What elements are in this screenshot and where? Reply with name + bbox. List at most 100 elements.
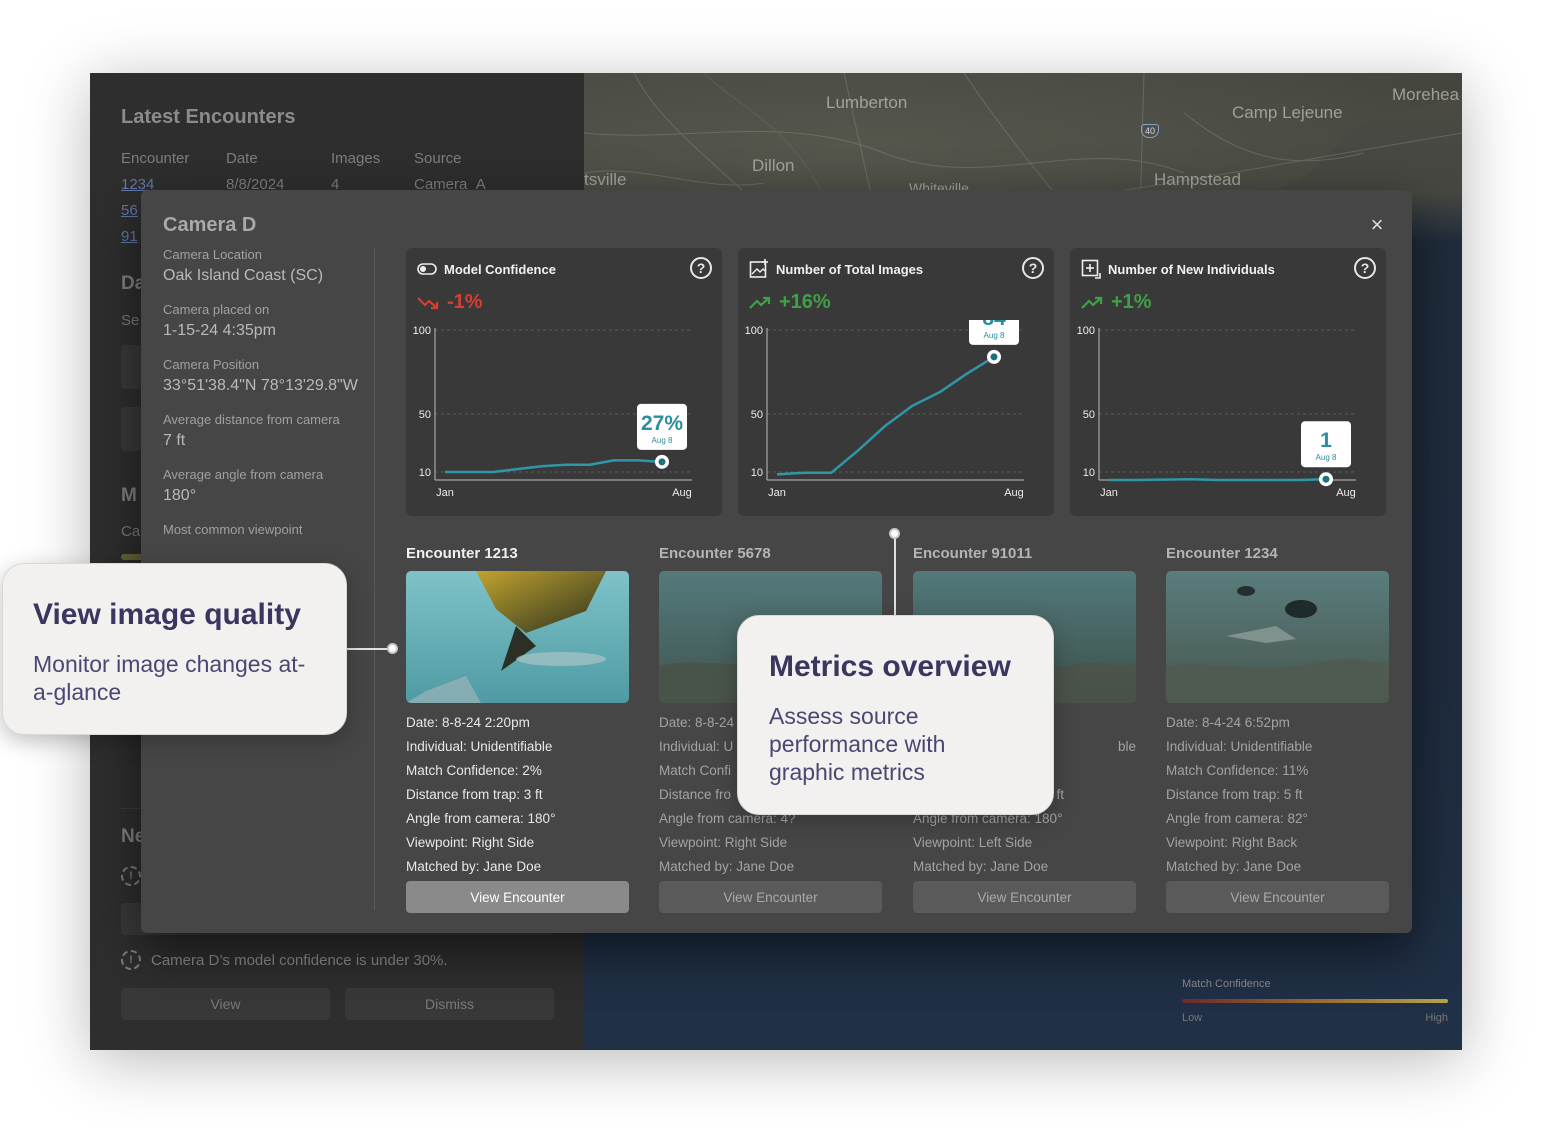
- encounter-matched-by: Matched by: Jane Doe: [1166, 859, 1302, 874]
- metric-change: -1%: [417, 291, 483, 314]
- metric-chart: 100 50 10 Jan Aug 1Aug 8: [1077, 325, 1356, 499]
- dismiss-notification-button[interactable]: Dismiss: [345, 988, 554, 1020]
- y-tick-label: 10: [751, 467, 763, 479]
- metric-change: +16%: [749, 291, 831, 314]
- info-label: Most common viewpoint: [163, 522, 303, 537]
- y-tick-label: 100: [413, 325, 431, 337]
- map-label: Camp Lejeune: [1232, 103, 1343, 122]
- callout-connector: [347, 648, 392, 650]
- callout-connector: [894, 535, 896, 617]
- y-tick-label: 100: [1077, 325, 1095, 337]
- encounter-individual: Individual: Unidentifiable: [406, 739, 553, 754]
- encounter-viewpoint: Viewpoint: Left Side: [913, 835, 1033, 850]
- map-label: Morehea: [1392, 85, 1460, 104]
- info-label: Camera Location: [163, 247, 262, 262]
- encounter-image[interactable]: [406, 571, 629, 703]
- map-label: tsville: [584, 170, 627, 189]
- callout-text: Assess source performance with graphic m…: [769, 703, 946, 785]
- tooltip-date: Aug 8: [984, 331, 1005, 340]
- info-value: 33°51'38.4"N 78°13'29.8"W: [163, 377, 358, 394]
- help-icon[interactable]: ?: [1354, 257, 1376, 279]
- camera-modal: Camera D × Camera Location Oak Island Co…: [141, 190, 1412, 933]
- info-label: Camera Position: [163, 357, 260, 372]
- tooltip-date: Aug 8: [1316, 453, 1337, 462]
- encounter-viewpoint: Viewpoint: Right Side: [406, 835, 535, 850]
- encounter-card: Encounter 1213 Date: 8-8-24 2:20pm Indiv…: [406, 545, 629, 913]
- info-value: 7 ft: [163, 432, 186, 449]
- view-encounter-button[interactable]: View Encounter: [659, 881, 882, 913]
- metric-change-value: +16%: [779, 291, 831, 313]
- encounter-title: Encounter 5678: [659, 545, 771, 562]
- encounter-date: Date: 8-8-24 2:20pm: [406, 715, 530, 730]
- callout-title: View image quality: [33, 598, 301, 631]
- encounter-match-confidence: Match Confidence: 11%: [1166, 763, 1309, 778]
- metric-title: Number of New Individuals: [1108, 261, 1275, 277]
- metric-card-model-confidence: Model Confidence ? -1% 100 50 10 Jan Aug 27% A…: [406, 248, 722, 516]
- y-tick-label: 100: [745, 325, 763, 337]
- y-tick-label: 50: [751, 409, 763, 421]
- tooltip-value: 84: [982, 320, 1006, 330]
- map-label: Lumberton: [826, 93, 908, 112]
- section-heading-fragment: M: [121, 485, 137, 506]
- legend-gradient: [1182, 999, 1448, 1003]
- encounter-matched-by: Matched by: Jane Doe: [406, 859, 542, 874]
- metric-change: +1%: [1081, 291, 1152, 314]
- encounter-individual: Individual: Unidentifiable: [1166, 739, 1313, 754]
- image-add-icon: [749, 259, 769, 278]
- legend-high-label: High: [1425, 1012, 1448, 1024]
- notification-text: Camera D’s model confidence is under 30%…: [151, 951, 448, 969]
- warning-icon: !: [121, 866, 141, 886]
- encounter-match-confidence: Match Confidence: 2%: [406, 763, 542, 778]
- latest-encounters-title: Latest Encounters: [121, 106, 296, 128]
- encounter-angle: Angle from camera: 180°: [406, 811, 556, 826]
- info-label: Average distance from camera: [163, 412, 340, 427]
- trend-up-icon: [1081, 296, 1103, 309]
- view-encounter-button[interactable]: View Encounter: [406, 881, 629, 913]
- callout-anchor-dot: [387, 643, 398, 654]
- view-encounter-button[interactable]: View Encounter: [1166, 881, 1389, 913]
- divider: [374, 248, 375, 910]
- encounter-title: Encounter 1234: [1166, 545, 1278, 562]
- series-line: [445, 459, 663, 474]
- tooltip-value: 27%: [641, 412, 683, 435]
- help-icon[interactable]: ?: [690, 257, 712, 279]
- y-tick-label: 50: [1083, 409, 1095, 421]
- encounter-viewpoint: Viewpoint: Right Back: [1166, 835, 1298, 850]
- help-icon[interactable]: ?: [1022, 257, 1044, 279]
- encounter-title: Encounter 1213: [406, 545, 518, 562]
- encounter-card: Encounter 1234 Date: 8-4-24 6:52pm Indiv…: [1166, 545, 1389, 913]
- callout-title: Metrics overview: [769, 650, 1011, 683]
- highlight-point-core: [658, 458, 666, 466]
- callout-image-quality: View image quality Monitor image changes…: [2, 563, 347, 735]
- view-notification-button[interactable]: View: [121, 988, 330, 1020]
- section-text-fragment: Se: [121, 312, 140, 329]
- close-icon[interactable]: ×: [1367, 214, 1387, 236]
- tooltip-value: 1: [1320, 429, 1332, 452]
- metric-title: Number of Total Images: [776, 261, 924, 277]
- encounter-viewpoint: Viewpoint: Right Side: [659, 835, 788, 850]
- tooltip-date: Aug 8: [652, 436, 673, 445]
- encounter-image[interactable]: [1166, 571, 1389, 703]
- info-value: Oak Island Coast (SC): [163, 267, 324, 284]
- x-tick-label: Jan: [1100, 487, 1118, 499]
- encounter-angle: Angle from camera: 82°: [1166, 811, 1308, 826]
- interstate-shield-icon: 40: [1141, 124, 1159, 138]
- warning-icon: !: [121, 950, 141, 970]
- col-images: Images: [331, 149, 381, 167]
- info-label: Average angle from camera: [163, 467, 324, 482]
- metric-title: Model Confidence: [444, 261, 556, 277]
- callout-text: Monitor image changes at-a-glance: [33, 651, 306, 705]
- metric-card-total-images: Number of Total Images ? +16% 100 50 10 Jan…: [738, 248, 1054, 516]
- x-tick-label: Jan: [768, 487, 786, 499]
- trend-down-icon: [417, 296, 439, 309]
- map-label: Hampstead: [1154, 170, 1241, 189]
- view-encounter-button[interactable]: View Encounter: [913, 881, 1136, 913]
- map-legend: Match Confidence Low High: [1182, 978, 1448, 1024]
- encounter-matched-by: Matched by: Jane Doe: [659, 859, 795, 874]
- info-value: 180°: [163, 487, 197, 504]
- highlight-point-core: [990, 353, 998, 361]
- y-tick-label: 10: [1083, 467, 1095, 479]
- x-tick-label: Aug: [672, 487, 692, 499]
- legend-low-label: Low: [1182, 1012, 1203, 1024]
- metric-change-value: -1%: [447, 291, 483, 313]
